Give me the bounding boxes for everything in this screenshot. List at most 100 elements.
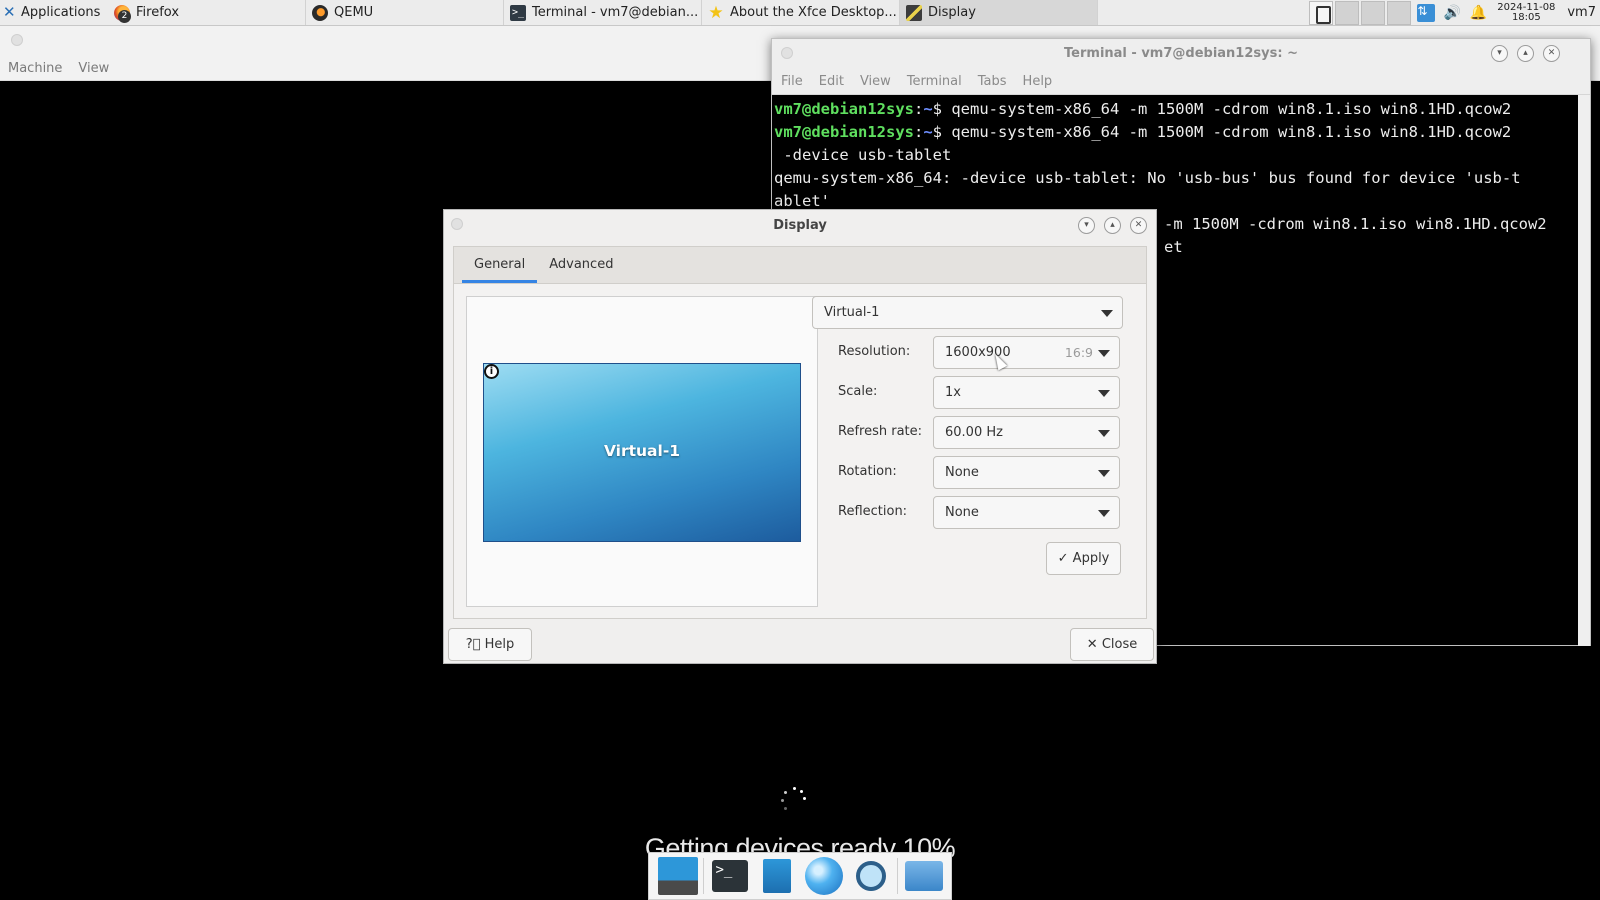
taskbar-item-qemu[interactable]: QEMU	[306, 0, 504, 25]
dock-file-manager[interactable]	[756, 855, 798, 897]
notification-bell-icon[interactable]: 🔔	[1467, 2, 1489, 24]
help-label: Help	[484, 637, 515, 652]
menu-file[interactable]: File	[781, 74, 803, 89]
taskbar-label: About the Xfce Desktop...	[730, 5, 897, 20]
loading-spinner-icon	[780, 787, 808, 815]
output-select[interactable]: Virtual-1	[812, 296, 1123, 329]
terminal-title: Terminal - vm7@debian12sys: ~	[1064, 46, 1298, 61]
window-count-badge: 2	[118, 9, 131, 23]
info-icon[interactable]: i	[484, 364, 499, 379]
user-menu[interactable]: vm7	[1561, 5, 1600, 20]
resolution-label: Resolution:	[838, 344, 911, 359]
chevron-down-icon	[1098, 430, 1110, 437]
menu-view[interactable]: View	[78, 61, 109, 76]
qemu-icon	[312, 4, 328, 21]
clock[interactable]: 2024-11-08 18:05	[1491, 1, 1561, 23]
menu-machine[interactable]: Machine	[8, 61, 62, 76]
terminal-scrollbar[interactable]	[1578, 95, 1590, 646]
help-icon: ?⃝	[465, 637, 481, 652]
volume-icon[interactable]: 🔊	[1441, 2, 1463, 24]
network-icon: ⇅	[1417, 3, 1436, 22]
folder-icon	[904, 861, 943, 891]
workspace-3-button[interactable]	[1361, 0, 1386, 25]
checkmark-icon: ✓	[1057, 551, 1069, 566]
close-icon[interactable]: ✕	[1130, 217, 1147, 234]
chevron-down-icon	[1098, 390, 1110, 397]
close-label: Close	[1101, 637, 1138, 652]
chevron-down-icon	[1098, 350, 1110, 357]
terminal-icon: >_	[510, 4, 526, 21]
menu-view[interactable]: View	[860, 74, 891, 89]
dock-terminal[interactable]: >_	[709, 855, 751, 897]
menu-terminal[interactable]: Terminal	[907, 74, 962, 89]
network-tray-button[interactable]: ⇅	[1415, 2, 1437, 24]
resolution-select[interactable]: 1600x900 16:9	[933, 336, 1120, 369]
refresh-rate-label: Refresh rate:	[838, 424, 923, 439]
maximize-icon[interactable]: ▴	[1517, 45, 1534, 62]
close-button[interactable]: ✕ Close	[1070, 628, 1154, 661]
dock-web-browser[interactable]	[803, 855, 845, 897]
terminal-line: vm7@debian12sys:~$ qemu-system-x86_64 -m…	[774, 123, 1512, 141]
display-preview: i Virtual-1	[466, 296, 818, 607]
refresh-rate-select[interactable]: 60.00 Hz	[933, 416, 1120, 449]
taskbar-item-about-xfce[interactable]: ★ About the Xfce Desktop...	[702, 0, 900, 25]
maximize-icon[interactable]: ▴	[1104, 217, 1121, 234]
reflection-select[interactable]: None	[933, 496, 1120, 529]
workspace-4-button[interactable]	[1387, 0, 1412, 25]
display-dialog: Display ▾ ▴ ✕ General Advanced i Virtual…	[443, 209, 1157, 664]
scale-select[interactable]: 1x	[933, 376, 1120, 409]
rotation-label: Rotation:	[838, 464, 897, 479]
system-tray: ⇅ 🔊 🔔 2024-11-08 18:05 vm7	[1309, 0, 1600, 25]
minimize-icon[interactable]: ▾	[1491, 45, 1508, 62]
taskbar-label: Terminal - vm7@debian...	[532, 5, 699, 20]
file-manager-icon	[762, 859, 791, 893]
desktop-icon	[657, 857, 698, 895]
rotation-value: None	[945, 465, 979, 480]
close-icon[interactable]: ✕	[1543, 45, 1560, 62]
star-icon: ★	[708, 2, 724, 23]
workspace-1-button[interactable]	[1309, 0, 1334, 25]
menu-tabs[interactable]: Tabs	[978, 74, 1007, 89]
dock-app-finder[interactable]	[850, 855, 892, 897]
display-icon	[906, 4, 922, 21]
monitor-preview[interactable]: i Virtual-1	[483, 363, 801, 542]
taskbar-item-firefox[interactable]: 2 Firefox	[108, 0, 306, 25]
bottom-dock: >_	[648, 852, 952, 900]
terminal-menubar: File Edit View Terminal Tabs Help	[772, 69, 1590, 95]
dock-separator	[896, 858, 898, 894]
aspect-ratio-hint: 16:9	[1064, 345, 1093, 360]
terminal-line: qemu-system-x86_64: -device usb-tablet: …	[774, 169, 1521, 187]
apply-button[interactable]: ✓ Apply	[1046, 542, 1121, 575]
reflection-value: None	[945, 505, 979, 520]
display-titlebar[interactable]: Display ▾ ▴ ✕	[444, 210, 1156, 246]
rotation-select[interactable]: None	[933, 456, 1120, 489]
search-icon	[855, 861, 886, 891]
window-menu-icon[interactable]	[11, 34, 23, 46]
chevron-down-icon	[1098, 510, 1110, 517]
applications-label: Applications	[21, 5, 101, 20]
clock-date: 2024-11-08	[1497, 1, 1556, 13]
taskbar-item-display[interactable]: Display	[900, 0, 1098, 25]
tab-advanced[interactable]: Advanced	[537, 247, 625, 283]
top-panel: Applications 2 Firefox QEMU >_ Terminal …	[0, 0, 1600, 26]
applications-menu[interactable]: Applications	[0, 0, 108, 25]
chevron-down-icon	[1101, 310, 1113, 317]
output-value: Virtual-1	[824, 305, 880, 320]
menu-edit[interactable]: Edit	[819, 74, 844, 89]
minimize-icon[interactable]: ▾	[1078, 217, 1095, 234]
dock-separator	[702, 858, 704, 894]
dock-show-desktop[interactable]	[656, 855, 698, 897]
taskbar-item-terminal[interactable]: >_ Terminal - vm7@debian...	[504, 0, 702, 25]
tab-general[interactable]: General	[462, 247, 538, 283]
workspace-2-button[interactable]	[1335, 0, 1360, 25]
monitor-label: Virtual-1	[603, 442, 681, 460]
help-button[interactable]: ?⃝ Help	[448, 628, 532, 661]
menu-help[interactable]: Help	[1023, 74, 1053, 89]
close-icon: ✕	[1086, 637, 1098, 652]
taskbar-label: Display	[928, 5, 976, 20]
globe-icon	[804, 857, 843, 895]
reflection-label: Reflection:	[838, 504, 908, 519]
dock-home-folder[interactable]	[903, 855, 945, 897]
apply-label: Apply	[1072, 551, 1110, 566]
terminal-titlebar[interactable]: Terminal - vm7@debian12sys: ~ ▾ ▴ ✕	[772, 39, 1590, 69]
